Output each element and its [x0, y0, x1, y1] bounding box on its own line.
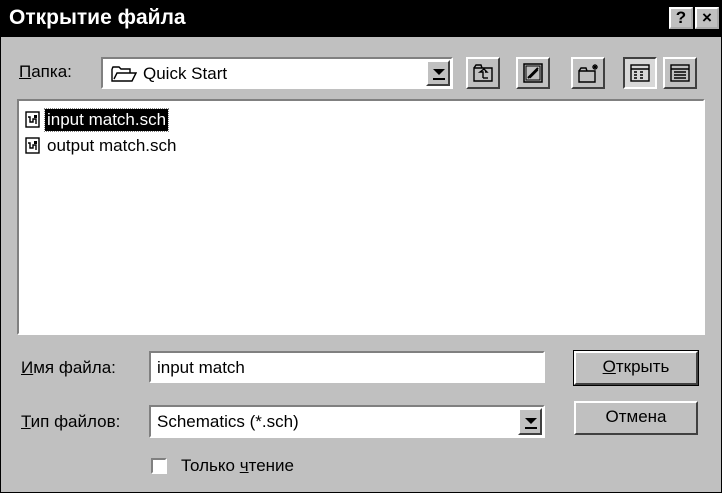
up-one-level-icon: [473, 64, 493, 82]
filename-input[interactable]: input match: [149, 351, 545, 383]
details-view-button[interactable]: [663, 57, 697, 89]
chevron-down-icon: [525, 418, 537, 424]
folder-combo[interactable]: Quick Start: [101, 57, 453, 89]
file-list[interactable]: input match.sch output match.sch: [17, 99, 705, 335]
readonly-checkbox[interactable]: [151, 458, 167, 474]
readonly-label-pre: Только: [181, 456, 240, 475]
new-folder-button[interactable]: [571, 57, 605, 89]
folder-label-text: апка:: [31, 62, 72, 81]
filetype-label: Тип файлов:: [21, 412, 120, 432]
up-one-level-button[interactable]: [466, 57, 500, 89]
desktop-button[interactable]: [516, 57, 550, 89]
readonly-label-accesskey: ч: [239, 456, 249, 475]
folder-value: Quick Start: [143, 64, 228, 83]
filetype-dropdown-button[interactable]: [518, 408, 542, 435]
filename-label: Имя файла:: [21, 358, 116, 378]
folder-icon: [111, 66, 137, 82]
filetype-value: Schematics (*.sch): [157, 412, 299, 431]
readonly-label[interactable]: Только чтение: [181, 456, 294, 476]
desktop-icon: [523, 63, 543, 83]
new-folder-icon: [578, 64, 598, 83]
file-name: input match.sch: [43, 108, 170, 132]
folder-label: Папка:: [19, 62, 72, 82]
dialog-title: Открытие файла: [9, 6, 186, 29]
folder-label-accesskey: П: [19, 62, 32, 81]
cancel-button[interactable]: Отмена: [574, 401, 698, 435]
chevron-down-icon: [433, 69, 445, 75]
schematic-file-icon: [25, 137, 40, 154]
dropdown-bar: [525, 427, 537, 429]
help-button[interactable]: ?: [669, 7, 693, 29]
dropdown-bar: [433, 78, 445, 80]
open-button-text: ткрыть: [615, 357, 670, 376]
open-file-dialog: Открытие файла ? × Папка: Quick Start in…: [0, 0, 722, 493]
filetype-combo[interactable]: Schematics (*.sch): [149, 405, 545, 438]
filetype-label-text: ип файлов:: [30, 412, 121, 431]
details-view-icon: [670, 64, 690, 82]
filename-label-text: мя файла:: [33, 358, 116, 377]
list-view-button[interactable]: [623, 57, 657, 89]
folder-dropdown-button[interactable]: [426, 60, 450, 86]
close-button[interactable]: ×: [695, 7, 719, 29]
readonly-label-text: тение: [248, 456, 294, 475]
list-view-icon: [630, 64, 650, 82]
open-button[interactable]: Открыть: [573, 350, 699, 386]
title-bar[interactable]: Открытие файла ? ×: [1, 1, 721, 37]
filename-value: input match: [157, 358, 245, 377]
filetype-label-accesskey: Т: [21, 412, 31, 431]
filename-label-accesskey: И: [21, 358, 34, 377]
open-button-accesskey: О: [602, 357, 616, 376]
file-name: output match.sch: [47, 136, 177, 155]
schematic-file-icon: [25, 111, 40, 128]
